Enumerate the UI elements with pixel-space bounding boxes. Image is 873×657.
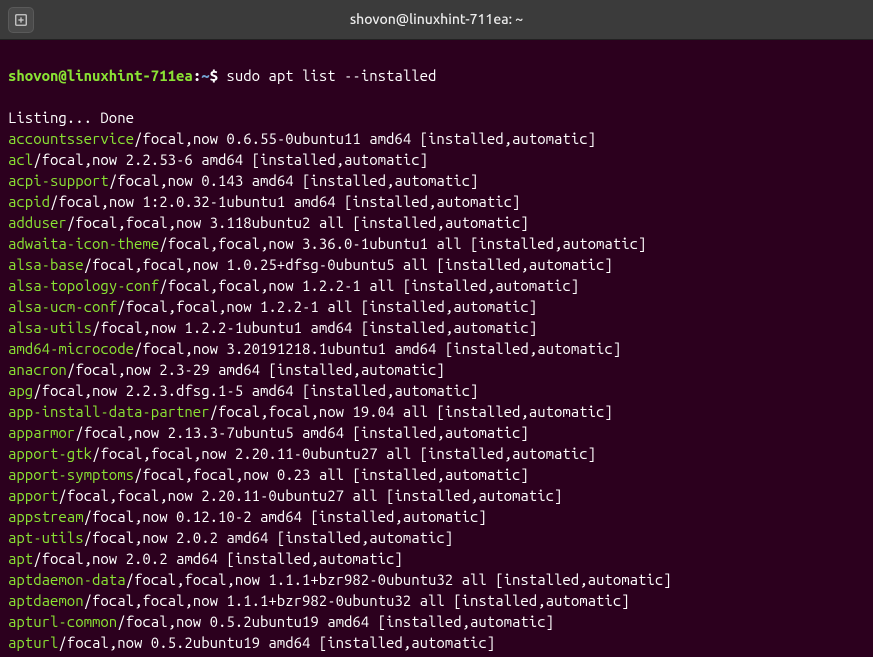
package-name: accountsservice xyxy=(8,130,134,147)
prompt-user-host: shovon@linuxhint-711ea xyxy=(8,67,193,84)
package-details: /focal,now 0.12.10-2 amd64 [installed,au… xyxy=(84,508,487,525)
package-line: apturl-common/focal,now 0.5.2ubuntu19 am… xyxy=(8,611,865,632)
package-name: acpid xyxy=(8,193,50,210)
package-line: apparmor/focal,now 2.13.3-7ubuntu5 amd64… xyxy=(8,422,865,443)
package-name: apparmor xyxy=(8,424,75,441)
package-line: apg/focal,now 2.2.3.dfsg.1-5 amd64 [inst… xyxy=(8,380,865,401)
package-details: /focal,now 2.2.53-6 amd64 [installed,aut… xyxy=(33,151,428,168)
package-details: /focal,focal,now 0.23 all [installed,aut… xyxy=(134,466,529,483)
package-details: /focal,focal,now 1.1.1+bzr982-0ubuntu32 … xyxy=(126,571,672,588)
package-name: apt-utils xyxy=(8,529,84,546)
listing-line: Listing... Done xyxy=(8,107,865,128)
package-name: apt xyxy=(8,550,33,567)
package-line: apport-gtk/focal,focal,now 2.20.11-0ubun… xyxy=(8,443,865,464)
package-details: /focal,now 2.2.3.dfsg.1-5 amd64 [install… xyxy=(33,382,478,399)
package-line: apport-symptoms/focal,focal,now 0.23 all… xyxy=(8,464,865,485)
package-name: apport-symptoms xyxy=(8,466,134,483)
package-name: adwaita-icon-theme xyxy=(8,235,159,252)
package-line: appstream/focal,now 0.12.10-2 amd64 [ins… xyxy=(8,506,865,527)
package-name: aptdaemon-data xyxy=(8,571,126,588)
terminal-output[interactable]: shovon@linuxhint-711ea:~$ sudo apt list … xyxy=(0,40,873,657)
package-line: apport/focal,focal,now 2.20.11-0ubuntu27… xyxy=(8,485,865,506)
package-line: alsa-utils/focal,now 1.2.2-1ubuntu1 amd6… xyxy=(8,317,865,338)
package-line: aptdaemon/focal,focal,now 1.1.1+bzr982-0… xyxy=(8,590,865,611)
package-name: anacron xyxy=(8,361,67,378)
package-details: /focal,focal,now 3.36.0-1ubuntu1 all [in… xyxy=(159,235,646,252)
package-name: aptdaemon xyxy=(8,592,84,609)
prompt-line: shovon@linuxhint-711ea:~$ sudo apt list … xyxy=(8,65,865,86)
package-line: amd64-microcode/focal,now 3.20191218.1ub… xyxy=(8,338,865,359)
package-details: /focal,now 0.143 amd64 [installed,automa… xyxy=(109,172,479,189)
package-details: /focal,focal,now 3.118ubuntu2 all [insta… xyxy=(67,214,529,231)
package-line: alsa-ucm-conf/focal,focal,now 1.2.2-1 al… xyxy=(8,296,865,317)
package-name: acl xyxy=(8,151,33,168)
package-line: acpi-support/focal,now 0.143 amd64 [inst… xyxy=(8,170,865,191)
new-tab-button[interactable] xyxy=(8,7,34,33)
titlebar: shovon@linuxhint-711ea: ~ xyxy=(0,0,873,40)
package-name: apport-gtk xyxy=(8,445,92,462)
package-details: /focal,now 1.2.2-1ubuntu1 amd64 [install… xyxy=(92,319,537,336)
package-name: apport xyxy=(8,487,58,504)
package-line: accountsservice/focal,now 0.6.55-0ubuntu… xyxy=(8,128,865,149)
package-details: /focal,now 1:2.0.32-1ubuntu1 amd64 [inst… xyxy=(50,193,520,210)
package-line: alsa-topology-conf/focal,focal,now 1.2.2… xyxy=(8,275,865,296)
package-details: /focal,now 0.5.2ubuntu19 amd64 [installe… xyxy=(117,613,554,630)
package-name: app-install-data-partner xyxy=(8,403,210,420)
package-name: apg xyxy=(8,382,33,399)
package-details: /focal,focal,now 1.2.2-1 all [installed,… xyxy=(117,298,537,315)
package-details: /focal,now 3.20191218.1ubuntu1 amd64 [in… xyxy=(134,340,621,357)
package-line: apt/focal,now 2.0.2 amd64 [installed,aut… xyxy=(8,548,865,569)
package-details: /focal,now 2.3-29 amd64 [installed,autom… xyxy=(67,361,445,378)
package-name: alsa-base xyxy=(8,256,84,273)
package-details: /focal,focal,now 1.2.2-1 all [installed,… xyxy=(159,277,579,294)
package-name: alsa-ucm-conf xyxy=(8,298,117,315)
package-line: adwaita-icon-theme/focal,focal,now 3.36.… xyxy=(8,233,865,254)
package-line: adduser/focal,focal,now 3.118ubuntu2 all… xyxy=(8,212,865,233)
package-details: /focal,focal,now 2.20.11-0ubuntu27 all [… xyxy=(58,487,562,504)
command-text: sudo apt list --installed xyxy=(218,67,436,84)
package-line: apturl/focal,now 0.5.2ubuntu19 amd64 [in… xyxy=(8,632,865,653)
package-line: aptdaemon-data/focal,focal,now 1.1.1+bzr… xyxy=(8,569,865,590)
package-details: /focal,now 0.5.2ubuntu19 amd64 [installe… xyxy=(58,634,495,651)
package-name: apturl-common xyxy=(8,613,117,630)
package-name: appstream xyxy=(8,508,84,525)
package-line: acpid/focal,now 1:2.0.32-1ubuntu1 amd64 … xyxy=(8,191,865,212)
package-line: apt-utils/focal,now 2.0.2 amd64 [install… xyxy=(8,527,865,548)
package-details: /focal,focal,now 1.1.1+bzr982-0ubuntu32 … xyxy=(84,592,630,609)
package-name: adduser xyxy=(8,214,67,231)
package-details: /focal,now 2.0.2 amd64 [installed,automa… xyxy=(33,550,403,567)
window-title: shovon@linuxhint-711ea: ~ xyxy=(34,10,839,30)
new-tab-icon xyxy=(14,13,28,27)
package-name: alsa-utils xyxy=(8,319,92,336)
package-name: acpi-support xyxy=(8,172,109,189)
package-details: /focal,now 2.13.3-7ubuntu5 amd64 [instal… xyxy=(75,424,529,441)
package-name: amd64-microcode xyxy=(8,340,134,357)
package-line: app-install-data-partner/focal,focal,now… xyxy=(8,401,865,422)
prompt-dollar: $ xyxy=(210,67,218,84)
package-details: /focal,now 0.6.55-0ubuntu11 amd64 [insta… xyxy=(134,130,596,147)
package-details: /focal,focal,now 1.0.25+dfsg-0ubuntu5 al… xyxy=(84,256,613,273)
package-details: /focal,focal,now 2.20.11-0ubuntu27 all [… xyxy=(92,445,596,462)
package-details: /focal,now 2.0.2 amd64 [installed,automa… xyxy=(84,529,454,546)
package-line: acl/focal,now 2.2.53-6 amd64 [installed,… xyxy=(8,149,865,170)
package-name: alsa-topology-conf xyxy=(8,277,159,294)
package-details: /focal,focal,now 19.04 all [installed,au… xyxy=(210,403,613,420)
prompt-path: ~ xyxy=(201,67,209,84)
prompt-colon: : xyxy=(193,67,201,84)
package-name: apturl xyxy=(8,634,58,651)
package-line: anacron/focal,now 2.3-29 amd64 [installe… xyxy=(8,359,865,380)
package-line: alsa-base/focal,focal,now 1.0.25+dfsg-0u… xyxy=(8,254,865,275)
